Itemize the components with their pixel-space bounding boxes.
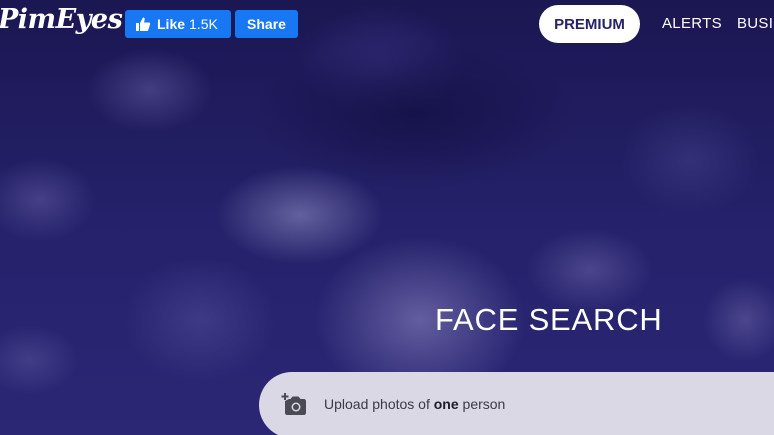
top-bar: PimEyes Like 1.5K Share PREMIUM ALERTS B… (0, 0, 774, 50)
logo-text: PimEyes (0, 4, 123, 35)
thumbs-up-icon (135, 16, 151, 32)
pimeyes-page: PimEyes Like 1.5K Share PREMIUM ALERTS B… (0, 0, 774, 435)
upload-text-before: Upload photos of (324, 396, 434, 412)
nav-alerts-link[interactable]: ALERTS (662, 15, 722, 32)
upload-text-bold: one (433, 396, 459, 412)
facebook-share-button[interactable]: Share (235, 10, 298, 38)
page-title: FACE SEARCH (435, 302, 663, 337)
like-label: Like (157, 16, 186, 32)
upload-photo-bar[interactable]: Upload photos of one person (259, 372, 774, 435)
like-count: 1.5K (189, 16, 218, 32)
add-photo-camera-icon[interactable] (281, 392, 307, 416)
upload-text-after: person (458, 396, 506, 412)
premium-button[interactable]: PREMIUM (539, 5, 640, 43)
upload-instructions: Upload photos of one person (324, 396, 505, 412)
share-label: Share (247, 16, 286, 32)
premium-label: PREMIUM (554, 15, 625, 33)
pimeyes-logo[interactable]: PimEyes (0, 4, 123, 35)
nav-business-link[interactable]: BUSIN (737, 15, 774, 32)
hero-shadow (250, 40, 580, 190)
facebook-like-button[interactable]: Like 1.5K (125, 10, 231, 38)
